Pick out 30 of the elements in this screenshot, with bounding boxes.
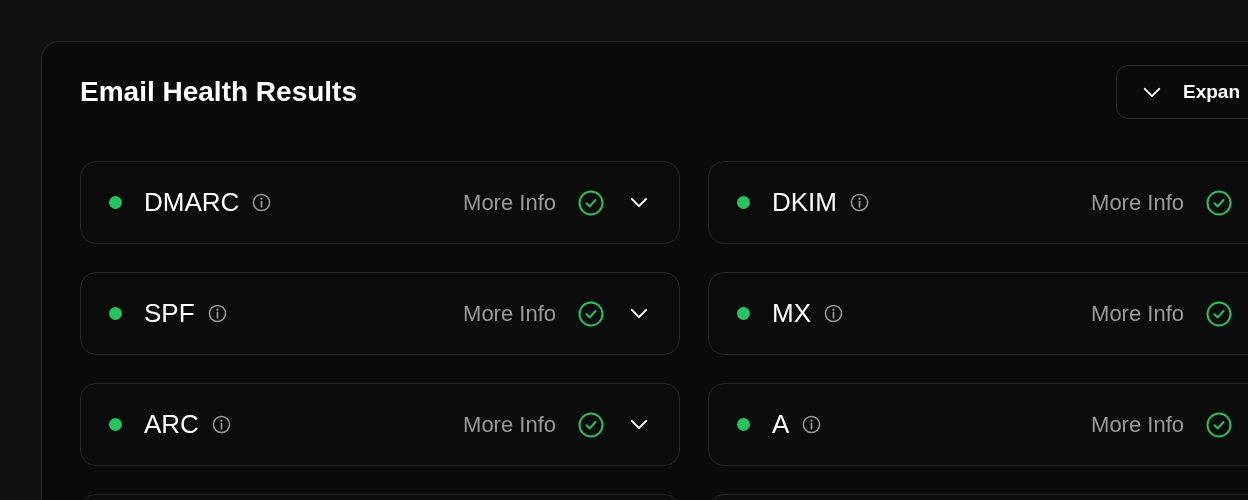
more-info-link[interactable]: More Info <box>1091 300 1184 327</box>
check-name: DMARC <box>144 187 240 218</box>
info-icon[interactable] <box>252 193 272 212</box>
check-name: ARC <box>144 409 199 440</box>
result-card[interactable]: ARC More Info <box>80 383 680 466</box>
check-name: A <box>772 409 790 440</box>
info-icon[interactable] <box>211 415 231 434</box>
result-card[interactable]: DMARC More Info <box>80 161 680 244</box>
more-info-link[interactable]: More Info <box>463 189 556 216</box>
expand-button[interactable]: Expan <box>1116 65 1248 119</box>
info-icon[interactable] <box>802 415 822 434</box>
result-card[interactable]: A More Info <box>708 383 1248 466</box>
result-card[interactable]: DKIM More Info <box>708 161 1248 244</box>
more-info-link[interactable]: More Info <box>463 300 556 327</box>
panel-title: Email Health Results <box>80 76 357 108</box>
info-icon[interactable] <box>850 193 869 212</box>
check-name: DKIM <box>772 187 837 218</box>
info-icon[interactable] <box>824 304 843 323</box>
more-info-link[interactable]: More Info <box>463 411 556 438</box>
chevron-down-icon[interactable] <box>630 308 648 319</box>
more-info-link[interactable]: More Info <box>1091 411 1184 438</box>
info-icon[interactable] <box>207 304 227 323</box>
chevron-down-icon[interactable] <box>630 419 648 430</box>
chevron-down-icon <box>1143 86 1161 98</box>
result-card[interactable]: MX More Info <box>708 272 1248 355</box>
result-card[interactable]: SPF More Info <box>80 272 680 355</box>
check-name: SPF <box>144 298 195 329</box>
more-info-link[interactable]: More Info <box>1091 189 1184 216</box>
chevron-down-icon[interactable] <box>630 197 648 208</box>
check-name: MX <box>772 298 811 329</box>
